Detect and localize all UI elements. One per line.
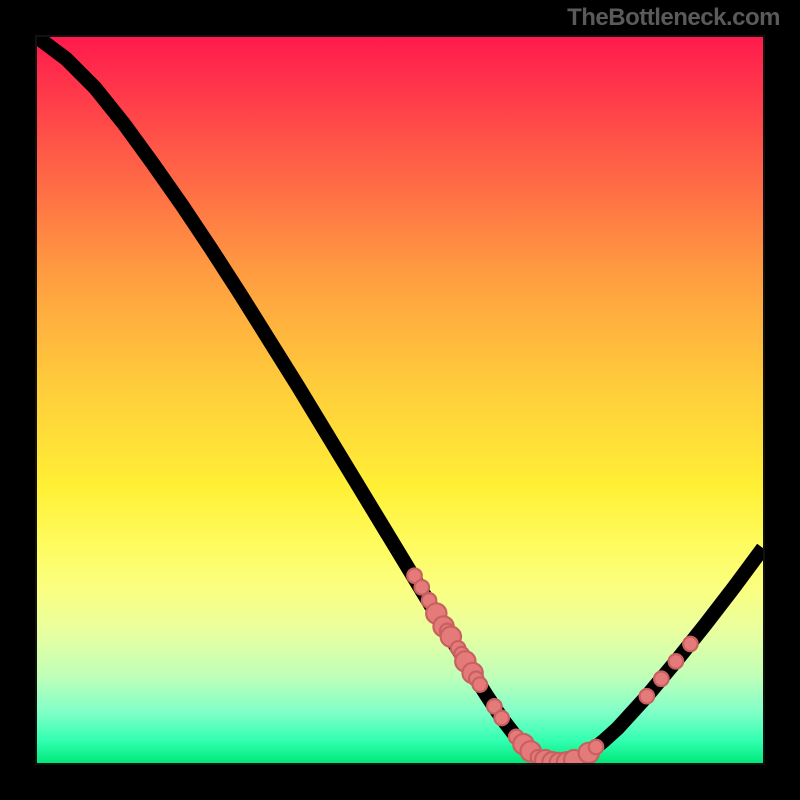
plot-svg [37, 37, 763, 763]
data-point [473, 677, 488, 692]
bottleneck-curve [37, 37, 763, 763]
highlighted-points-group [407, 568, 697, 763]
chart-container: TheBottleneck.com [0, 0, 800, 800]
data-point [669, 654, 684, 669]
data-point [683, 637, 698, 652]
data-point [640, 689, 655, 704]
data-point [654, 672, 669, 687]
data-point [589, 740, 604, 755]
data-point [494, 711, 509, 726]
watermark-label: TheBottleneck.com [567, 4, 780, 32]
plot-area [35, 35, 765, 765]
